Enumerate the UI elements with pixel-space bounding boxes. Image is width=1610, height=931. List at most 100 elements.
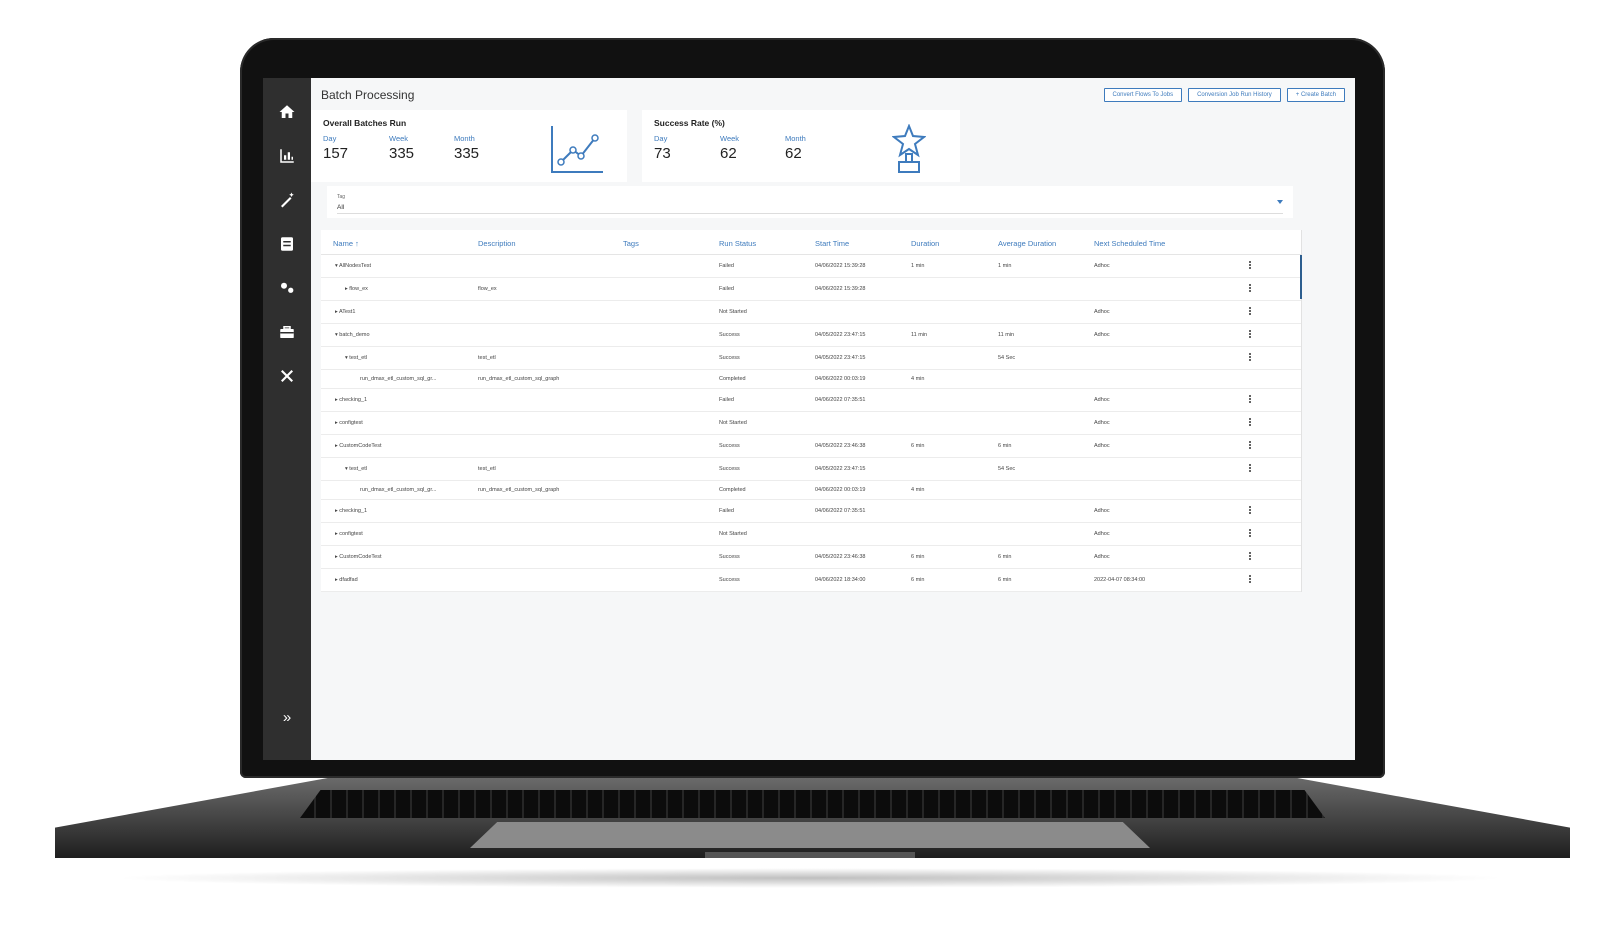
cell-next: Adhoc xyxy=(1094,397,1110,403)
table-row[interactable]: run_dmax_etl_custom_sql_gr... run_dmax_et… xyxy=(321,481,1301,500)
row-menu-kebab-icon[interactable] xyxy=(1248,506,1252,515)
column-header-start-time[interactable]: Start Time xyxy=(815,239,849,248)
cell-start: 04/05/2022 23:46:38 xyxy=(815,443,866,449)
column-header-duration[interactable]: Duration xyxy=(911,239,939,248)
cell-name[interactable]: ▸ checking_1 xyxy=(335,397,367,403)
table-row[interactable]: ▾ batch_demo Success 04/05/2022 23:47:15 11… xyxy=(321,324,1301,347)
table-row[interactable]: ▸ dfadfad Success 04/06/2022 18:34:00 6 min… xyxy=(321,569,1301,592)
sidebar-item-connections[interactable] xyxy=(275,276,299,300)
cell-duration: 11 min xyxy=(911,332,928,338)
laptop-hinge xyxy=(705,852,915,858)
table-row[interactable]: ▸ ATest1 Not Started Adhoc xyxy=(321,301,1301,324)
cell-name[interactable]: ▸ flow_ex xyxy=(345,286,368,292)
connections-icon xyxy=(281,282,294,293)
sidebar-item-wand[interactable] xyxy=(275,188,299,212)
cell-description: run_dmax_etl_custom_sql_graph xyxy=(478,487,560,493)
table-row[interactable]: ▾ AllNodesTest Failed 04/06/2022 15:39:28 1… xyxy=(321,255,1301,278)
row-menu-kebab-icon[interactable] xyxy=(1248,353,1252,362)
cell-avg: 54 Sec xyxy=(998,466,1016,472)
convert-flows-button[interactable]: Convert Flows To Jobs xyxy=(1103,88,1183,102)
sidebar-item-toolbox[interactable] xyxy=(275,320,299,344)
conversion-history-button[interactable]: Conversion Job Run History xyxy=(1188,88,1281,102)
table-row[interactable]: ▸ checking_1 Failed 04/06/2022 07:35:51 Adh… xyxy=(321,389,1301,412)
row-menu-kebab-icon[interactable] xyxy=(1248,418,1252,427)
cell-name[interactable]: run_dmax_etl_custom_sql_gr... xyxy=(360,376,436,382)
cell-name[interactable]: ▸ CustomCodeTest xyxy=(335,554,381,560)
cell-status: Failed xyxy=(719,286,734,292)
table-row[interactable]: ▾ test_etl test_etl Success 04/05/2022 23:4… xyxy=(321,347,1301,370)
trophy-star-icon xyxy=(892,124,926,173)
table-row[interactable]: ▸ flow_ex flow_ex Failed 04/06/2022 15:39:2… xyxy=(321,278,1301,301)
home-icon xyxy=(279,105,295,118)
laptop-screen: » Batch Processing Convert Flows To Jobs… xyxy=(263,78,1355,760)
sidebar-item-storage[interactable] xyxy=(275,232,299,256)
cell-name[interactable]: ▾ batch_demo xyxy=(335,332,370,338)
stat-value: 62 xyxy=(785,145,802,162)
cell-name[interactable]: ▾ test_etl xyxy=(345,355,367,361)
cell-next: Adhoc xyxy=(1094,420,1110,426)
tag-filter-value: All xyxy=(337,204,345,211)
divider xyxy=(337,213,1283,214)
tag-filter-select[interactable]: Tag All xyxy=(327,186,1293,218)
tools-icon xyxy=(281,370,293,382)
create-batch-button[interactable]: + Create Batch xyxy=(1286,88,1345,102)
cell-next: Adhoc xyxy=(1094,554,1110,560)
cell-name[interactable]: run_dmax_etl_custom_sql_gr... xyxy=(360,487,436,493)
column-header-next-scheduled[interactable]: Next Scheduled Time xyxy=(1094,239,1165,248)
row-menu-kebab-icon[interactable] xyxy=(1248,552,1252,561)
stat-week: Week 335 xyxy=(389,134,414,162)
row-menu-kebab-icon[interactable] xyxy=(1248,395,1252,404)
stat-day: Day 73 xyxy=(654,134,671,162)
cell-next: Adhoc xyxy=(1094,508,1110,514)
cell-avg: 6 min xyxy=(998,577,1012,583)
sidebar-item-tools[interactable] xyxy=(275,364,299,388)
cell-status: Success xyxy=(719,554,740,560)
cell-status: Not Started xyxy=(719,420,747,426)
sidebar-item-analytics[interactable] xyxy=(275,144,299,168)
row-menu-kebab-icon[interactable] xyxy=(1248,330,1252,339)
cell-status: Success xyxy=(719,466,740,472)
stat-month: Month 62 xyxy=(785,134,806,162)
cell-name[interactable]: ▸ checking_1 xyxy=(335,508,367,514)
cell-name[interactable]: ▸ CustomCodeTest xyxy=(335,443,381,449)
table-row[interactable]: run_dmax_etl_custom_sql_gr... run_dmax_et… xyxy=(321,370,1301,389)
cell-next: Adhoc xyxy=(1094,531,1110,537)
cell-name[interactable]: ▸ dfadfad xyxy=(335,577,358,583)
cell-name[interactable]: ▸ ATest1 xyxy=(335,309,355,315)
sidebar-item-home[interactable] xyxy=(275,100,299,124)
table-header: Name ↑ Description Tags Run Status Start… xyxy=(321,230,1301,255)
table-row[interactable]: ▸ CustomCodeTest Success 04/05/2022 23:46:… xyxy=(321,435,1301,458)
cell-name[interactable]: ▾ test_etl xyxy=(345,466,367,472)
bar-chart-icon xyxy=(280,149,294,163)
cell-name[interactable]: ▸ configtest xyxy=(335,531,363,537)
cell-next: Adhoc xyxy=(1094,309,1110,315)
cell-next: Adhoc xyxy=(1094,443,1110,449)
column-header-run-status[interactable]: Run Status xyxy=(719,239,756,248)
row-menu-kebab-icon[interactable] xyxy=(1248,307,1252,316)
cell-name[interactable]: ▾ AllNodesTest xyxy=(335,263,371,269)
table-row[interactable]: ▸ CustomCodeTest Success 04/05/2022 23:46:… xyxy=(321,546,1301,569)
cell-next: Adhoc xyxy=(1094,332,1110,338)
table-scrollbar[interactable] xyxy=(1300,255,1302,299)
column-header-name[interactable]: Name ↑ xyxy=(333,239,359,248)
table-row[interactable]: ▸ checking_1 Failed 04/06/2022 07:35:51 Adh… xyxy=(321,500,1301,523)
row-menu-kebab-icon[interactable] xyxy=(1248,441,1252,450)
column-header-tags[interactable]: Tags xyxy=(623,239,639,248)
row-menu-kebab-icon[interactable] xyxy=(1248,575,1252,584)
cell-name[interactable]: ▸ configtest xyxy=(335,420,363,426)
row-menu-kebab-icon[interactable] xyxy=(1248,529,1252,538)
column-header-average-duration[interactable]: Average Duration xyxy=(998,239,1056,248)
row-menu-kebab-icon[interactable] xyxy=(1248,284,1252,293)
cell-start: 04/06/2022 15:39:28 xyxy=(815,263,866,269)
table-row[interactable]: ▸ configtest Not Started Adhoc xyxy=(321,412,1301,435)
row-menu-kebab-icon[interactable] xyxy=(1248,464,1252,473)
column-header-description[interactable]: Description xyxy=(478,239,516,248)
cell-avg: 1 min xyxy=(998,263,1012,269)
stat-label: Day xyxy=(654,134,668,143)
stat-value: 62 xyxy=(720,145,737,162)
expand-sidebar-button[interactable]: » xyxy=(275,706,299,730)
page-title: Batch Processing xyxy=(321,88,415,102)
table-row[interactable]: ▸ configtest Not Started Adhoc xyxy=(321,523,1301,546)
table-row[interactable]: ▾ test_etl test_etl Success 04/05/2022 23:4… xyxy=(321,458,1301,481)
row-menu-kebab-icon[interactable] xyxy=(1248,261,1252,270)
